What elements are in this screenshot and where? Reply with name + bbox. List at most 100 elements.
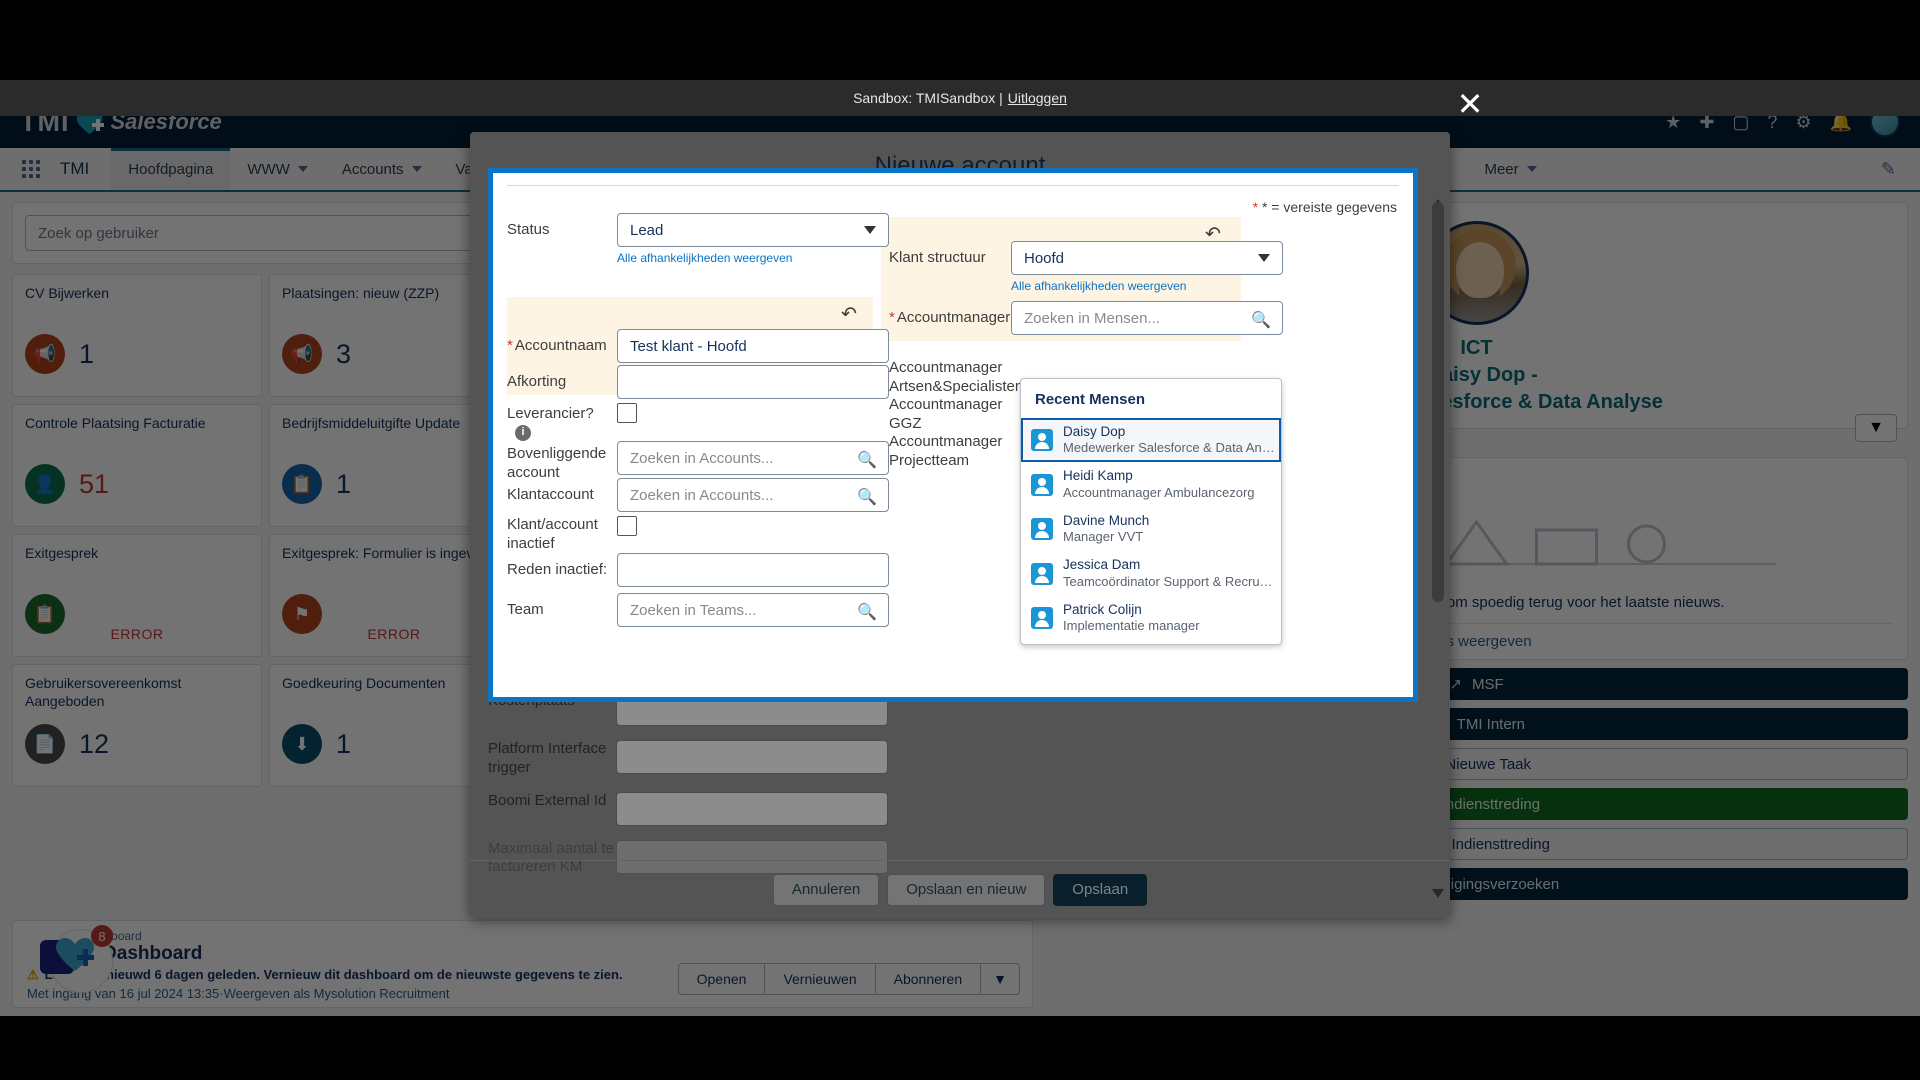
klant-structuur-dependency-link[interactable]: Alle afhankelijkheden weergeven <box>1011 279 1283 293</box>
chevron-down-icon[interactable]: ▼ <box>980 963 1020 995</box>
lookup-result-item[interactable]: Jessica Dam Teamcoördinator Support & Rec… <box>1021 551 1281 595</box>
tile-body: 📄 12 <box>25 724 109 764</box>
lookup-result-item[interactable]: Daisy Dop Medewerker Salesforce & Data An… <box>1021 418 1281 463</box>
subscribe-button[interactable]: Abonneren <box>874 963 981 995</box>
reden-inactief-input[interactable] <box>617 553 889 587</box>
lookup-result-item[interactable]: Patrick Colijn Implementatie manager <box>1021 596 1281 640</box>
field-label-accountmanager: * Accountmanager <box>889 301 1011 328</box>
dashboard-tile[interactable]: Gebruikersovereenkomst Aangeboden 📄 12 <box>12 664 262 787</box>
klant-inactief-checkbox[interactable] <box>617 516 637 536</box>
lookup-items: Daisy Dop Medewerker Salesforce & Data An… <box>1021 418 1281 640</box>
platform-trigger-input[interactable] <box>616 740 888 774</box>
chevron-down-icon <box>297 166 308 172</box>
save-button[interactable]: Opslaan <box>1053 873 1148 906</box>
sandbox-bar: Sandbox: TMISandbox | Uitloggen <box>0 80 1920 116</box>
nav-item-label: WWW <box>247 160 290 178</box>
klantaccount-input[interactable] <box>617 478 889 512</box>
search-icon[interactable]: 🔍 <box>1251 310 1271 330</box>
dashboard-title: G Dashboard <box>83 943 203 964</box>
lookup-result-subtitle: Implementatie manager <box>1063 617 1200 633</box>
status-value: Lead <box>630 221 664 239</box>
leverancier-checkbox[interactable] <box>617 403 637 423</box>
accountmanager-input[interactable] <box>1011 301 1283 335</box>
required-star: * <box>507 337 513 354</box>
person-icon <box>1031 473 1053 496</box>
status-select[interactable]: Lead <box>617 213 889 247</box>
dashboard-footer: 8 Dashboard G Dashboard ⚠ Laatst vernieu… <box>12 920 1033 1008</box>
search-icon[interactable]: 🔍 <box>857 602 877 622</box>
search-icon[interactable]: 🔍 <box>857 450 877 470</box>
tile-value: 1 <box>336 468 352 499</box>
field-am-projectteam: Accountmanager Projectteam <box>889 433 1011 471</box>
scrollbar-thumb[interactable] <box>1432 202 1444 602</box>
megaphone-icon: 📢 <box>25 334 65 374</box>
nav-item-hoofdpagina[interactable]: Hoofdpagina <box>111 148 231 190</box>
field-accountmanager: *Accountmanager 🔍 <box>889 301 1283 335</box>
bovenliggende-account-input[interactable] <box>617 441 889 475</box>
quick-action-label: MSF <box>1471 675 1504 693</box>
tile-value: 1 <box>336 728 352 759</box>
tile-body: 👤 51 <box>25 464 109 504</box>
cancel-button[interactable]: Annuleren <box>772 873 880 906</box>
status-dependency-link[interactable]: Alle afhankelijkheden weergeven <box>617 251 889 265</box>
tile-value: 3 <box>336 338 352 369</box>
boomi-id-input[interactable] <box>616 791 888 826</box>
chevron-down-icon[interactable]: ▼ <box>1855 414 1897 442</box>
dashboard-tile[interactable]: Exitgesprek 📋 ERROR <box>12 534 262 657</box>
lookup-header: Recent Mensen <box>1035 391 1146 408</box>
scroll-down-arrow[interactable] <box>1432 889 1444 915</box>
quick-action-label: TMI Intern <box>1456 715 1526 733</box>
tile-title: Exitgesprek <box>25 545 99 561</box>
user-edit-icon: 👤 <box>25 464 65 504</box>
save-and-new-button[interactable]: Opslaan en nieuw <box>887 873 1046 906</box>
tile-value: 12 <box>79 728 110 759</box>
logout-link[interactable]: Uitloggen <box>1008 90 1067 106</box>
field-klant-inactief: Klant/account inactief <box>507 516 637 554</box>
accountnaam-label-text: Accountnaam <box>514 337 607 354</box>
refresh-button[interactable]: Vernieuwen <box>764 963 875 995</box>
info-icon[interactable]: i <box>515 424 531 441</box>
app-launcher-icon[interactable] <box>0 148 54 190</box>
notification-badge: 8 <box>91 925 113 947</box>
scroll-up-arrow[interactable] <box>1432 182 1444 208</box>
chevron-down-icon <box>1258 254 1270 262</box>
lookup-result-item[interactable]: Davine Munch Manager VVT <box>1021 507 1281 551</box>
tile-title: Controle Plaatsing Facturatie <box>25 415 206 431</box>
quick-action-label: Nieuwe Taak <box>1445 755 1532 773</box>
field-label-platform-trigger: Platform Interface trigger <box>488 740 607 776</box>
nav-app-name[interactable]: TMI <box>54 148 111 190</box>
nav-item-meer[interactable]: Meer <box>1467 148 1553 190</box>
klant-structuur-select[interactable]: Hoofd <box>1011 241 1283 275</box>
afkorting-input[interactable] <box>617 365 889 399</box>
close-icon[interactable]: ✕ <box>1452 88 1488 124</box>
accountmanager-lookup-dropdown: Recent Mensen Daisy Dop Medewerker Salesf… <box>1020 378 1282 646</box>
edit-pencil-icon[interactable]: ✎ <box>1857 148 1920 190</box>
person-icon <box>1031 562 1053 585</box>
team-input[interactable] <box>617 593 889 627</box>
lookup-result-item[interactable]: Heidi Kamp Accountmanager Ambulancezorg <box>1021 462 1281 506</box>
required-note-text: * = vereiste gegevens <box>1261 199 1397 215</box>
open-button[interactable]: Openen <box>677 963 765 995</box>
field-label-klantaccount: Klantaccount <box>507 486 594 503</box>
accountnaam-input[interactable] <box>617 329 889 363</box>
search-icon[interactable]: 🔍 <box>857 487 877 507</box>
lookup-result-subtitle: Medewerker Salesforce & Data Analyse <box>1063 440 1275 456</box>
modal-scrollbar[interactable] <box>1430 182 1446 915</box>
nav-item-accounts[interactable]: Accounts <box>325 148 439 190</box>
undo-icon[interactable]: ↶ <box>841 303 857 326</box>
field-label-boomi-id: Boomi External Id <box>488 791 607 809</box>
field-label-klant-inactief: Klant/account inactief <box>507 516 598 552</box>
nav-item-www[interactable]: WWW <box>230 148 324 190</box>
download-icon: ⬇ <box>282 724 322 764</box>
lookup-result-subtitle: Teamcoördinator Support & Recruiter |... <box>1063 573 1275 589</box>
field-label-bovenliggende-account: Bovenliggende account <box>507 445 607 481</box>
dashboard-warning-text: Laatst vernieuwd 6 dagen geleden. Vernie… <box>44 967 623 983</box>
dashboard-tile[interactable]: CV Bijwerken 📢 1 <box>12 274 262 397</box>
dashboard-tile[interactable]: Controle Plaatsing Facturatie 👤 51 <box>12 404 262 527</box>
person-icon <box>1031 429 1053 452</box>
tile-title: CV Bijwerken <box>25 285 110 301</box>
chevron-down-icon <box>411 166 422 172</box>
record-add-icon: 📋 <box>282 464 322 504</box>
lookup-result-subtitle: Manager VVT <box>1063 529 1144 545</box>
warning-triangle-icon: ⚠ <box>27 966 39 982</box>
